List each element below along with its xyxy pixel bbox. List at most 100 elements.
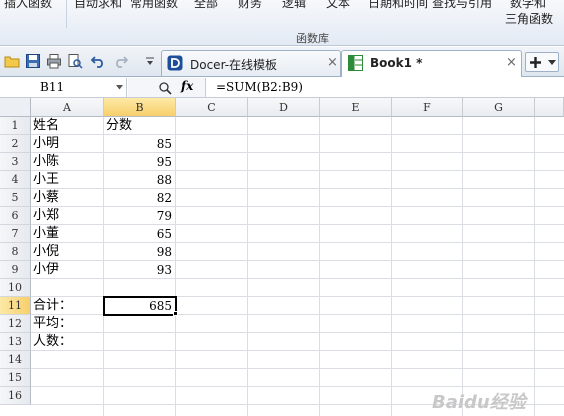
grid-line xyxy=(31,368,564,369)
ribbon-datetime[interactable]: 日期和时间 xyxy=(368,0,428,11)
cell-b9[interactable]: 93 xyxy=(104,261,175,279)
row-header-5[interactable]: 5 xyxy=(0,189,31,207)
ribbon-autosum[interactable]: 自动求和 xyxy=(74,0,122,11)
close-icon[interactable]: × xyxy=(327,55,338,70)
cell-a12[interactable]: 平均： xyxy=(31,315,103,333)
tab-book1[interactable]: Book1 * × xyxy=(341,50,522,77)
formula-bar: B11 fx =SUM(B2:B9) xyxy=(0,78,564,98)
formula-tools: fx xyxy=(128,78,206,97)
cell-a4[interactable]: 小王 xyxy=(31,171,103,189)
row-header-10[interactable]: 10 xyxy=(0,279,31,297)
undo-icon[interactable] xyxy=(90,53,106,69)
cell-a13[interactable]: 人数： xyxy=(31,333,103,351)
ribbon-trig[interactable]: 三角函数 xyxy=(505,10,553,27)
ribbon-finance[interactable]: 财务 xyxy=(238,0,262,11)
cell-b6[interactable]: 79 xyxy=(104,207,175,225)
save-icon[interactable] xyxy=(25,53,41,69)
cell-a3[interactable]: 小陈 xyxy=(31,153,103,171)
formula-input[interactable]: =SUM(B2:B9) xyxy=(216,80,303,94)
name-box[interactable]: B11 xyxy=(0,78,127,97)
cell-a2[interactable]: 小明 xyxy=(31,135,103,153)
cell-b7[interactable]: 65 xyxy=(104,225,175,243)
row-header-3[interactable]: 3 xyxy=(0,153,31,171)
ribbon-common-functions[interactable]: 常用函数 xyxy=(130,0,178,11)
ribbon-text[interactable]: 文本 xyxy=(326,0,350,11)
tab-book1-label: Book1 * xyxy=(370,56,423,70)
plus-icon xyxy=(530,57,541,68)
select-all-corner[interactable] xyxy=(0,98,31,117)
row-header-13[interactable]: 13 xyxy=(0,333,31,351)
row-header-8[interactable]: 8 xyxy=(0,243,31,261)
print-preview-icon[interactable] xyxy=(67,53,83,69)
row-header-1[interactable]: 1 xyxy=(0,117,31,135)
spreadsheet-icon xyxy=(348,55,363,71)
grid-line xyxy=(247,117,248,416)
column-header-e[interactable]: E xyxy=(320,98,392,117)
tab-bar: Docer-在线模板 × Book1 * × xyxy=(0,47,564,77)
selection-outline xyxy=(103,296,177,316)
row-header-7[interactable]: 7 xyxy=(0,225,31,243)
insert-function-button[interactable]: fx xyxy=(181,79,193,93)
cell-b8[interactable]: 98 xyxy=(104,243,175,261)
tab-docer[interactable]: Docer-在线模板 × xyxy=(161,50,341,76)
ribbon-all[interactable]: 全部 xyxy=(194,0,218,11)
chevron-down-icon xyxy=(548,60,556,65)
ribbon-group-label: 函数库 xyxy=(296,32,329,45)
fill-handle[interactable] xyxy=(173,311,178,316)
ribbon-insert-function[interactable]: 插入函数 xyxy=(4,0,52,11)
column-header-d[interactable]: D xyxy=(248,98,320,117)
spreadsheet-grid[interactable]: A B C D E F G 1 2 3 4 5 6 7 8 9 10 11 12 13 14 15 16 姓名 分数 小明 85 小陈… xyxy=(0,98,564,416)
row-header-4[interactable]: 4 xyxy=(0,171,31,189)
cell-b2[interactable]: 85 xyxy=(104,135,175,153)
redo-icon[interactable] xyxy=(113,53,129,69)
cell-a8[interactable]: 小倪 xyxy=(31,243,103,261)
zoom-icon[interactable] xyxy=(158,81,172,95)
cell-b4[interactable]: 88 xyxy=(104,171,175,189)
close-icon[interactable]: × xyxy=(506,55,517,70)
cell-b5[interactable]: 82 xyxy=(104,189,175,207)
grid-line xyxy=(31,386,564,387)
grid-line xyxy=(31,350,564,351)
ribbon-separator xyxy=(66,0,67,28)
row-header-14[interactable]: 14 xyxy=(0,351,31,369)
column-header-c[interactable]: C xyxy=(176,98,248,117)
cell-a5[interactable]: 小蔡 xyxy=(31,189,103,207)
row-header-11[interactable]: 11 xyxy=(0,297,31,315)
customize-toolbar-icon[interactable] xyxy=(144,53,156,69)
ribbon-logic[interactable]: 逻辑 xyxy=(282,0,306,11)
name-box-value: B11 xyxy=(40,80,65,94)
watermark: Baidu经验 xyxy=(432,392,526,413)
cell-a1[interactable]: 姓名 xyxy=(31,117,103,135)
grid-line xyxy=(319,117,320,416)
chevron-down-icon[interactable] xyxy=(116,85,123,90)
ribbon: 插入函数 自动求和 常用函数 全部 财务 逻辑 文本 日期和时间 查找与引用 数… xyxy=(0,0,564,46)
column-header-b[interactable]: B xyxy=(104,98,176,117)
tab-docer-label: Docer-在线模板 xyxy=(190,58,278,72)
cell-a9[interactable]: 小伊 xyxy=(31,261,103,279)
cell-a11[interactable]: 合计： xyxy=(31,297,103,315)
docer-icon xyxy=(167,55,183,71)
cell-a6[interactable]: 小郑 xyxy=(31,207,103,225)
cell-b3[interactable]: 95 xyxy=(104,153,175,171)
row-header-15[interactable]: 15 xyxy=(0,369,31,387)
grid-line xyxy=(175,117,176,416)
print-icon[interactable] xyxy=(46,53,62,69)
row-header-12[interactable]: 12 xyxy=(0,315,31,333)
cell-b1[interactable]: 分数 xyxy=(104,117,175,135)
row-header-16[interactable]: 16 xyxy=(0,387,31,405)
grid-line xyxy=(534,117,535,416)
row-header-6[interactable]: 6 xyxy=(0,207,31,225)
cell-a7[interactable]: 小董 xyxy=(31,225,103,243)
grid-line xyxy=(462,117,463,416)
ribbon-lookup[interactable]: 查找与引用 xyxy=(432,0,492,11)
open-folder-icon[interactable] xyxy=(4,53,20,69)
column-header-g[interactable]: G xyxy=(463,98,535,117)
row-header-9[interactable]: 9 xyxy=(0,261,31,279)
row-header-2[interactable]: 2 xyxy=(0,135,31,153)
column-header-a[interactable]: A xyxy=(31,98,104,117)
new-tab-button[interactable] xyxy=(525,52,559,72)
column-header-f[interactable]: F xyxy=(392,98,463,117)
grid-line xyxy=(31,332,564,333)
column-header-extra[interactable] xyxy=(535,98,564,117)
grid-line xyxy=(391,117,392,416)
